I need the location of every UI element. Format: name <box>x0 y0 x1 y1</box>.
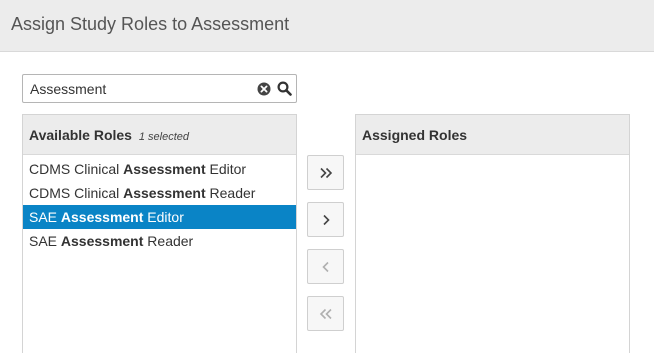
move-all-right-button[interactable] <box>307 155 344 190</box>
assigned-roles-panel: Assigned Roles <box>355 114 630 353</box>
assigned-roles-list <box>356 155 629 157</box>
role-name-match: Assessment <box>123 161 206 177</box>
available-roles-panel: Available Roles 1 selected CDMS Clinical… <box>22 114 297 353</box>
role-name-prefix: SAE <box>29 233 61 249</box>
available-roles-title: Available Roles <box>29 127 132 143</box>
role-name-suffix: Reader <box>205 185 256 201</box>
available-roles-list: CDMS Clinical Assessment Editor CDMS Clin… <box>23 155 296 253</box>
dialog-header: Assign Study Roles to Assessment <box>0 0 654 52</box>
role-list-item[interactable]: CDMS Clinical Assessment Reader <box>23 181 296 205</box>
role-name-match: Assessment <box>60 233 144 249</box>
clear-search-icon[interactable] <box>257 82 271 96</box>
role-name-suffix: Reader <box>143 233 194 249</box>
search-icon[interactable] <box>277 81 292 96</box>
move-right-button[interactable] <box>307 202 344 237</box>
assigned-roles-title: Assigned Roles <box>362 127 468 143</box>
role-list-item[interactable]: SAE Assessment Reader <box>23 229 296 253</box>
search-box <box>22 74 297 103</box>
role-name-match: Assessment <box>60 209 144 225</box>
move-all-left-button[interactable] <box>307 296 344 331</box>
role-list-item[interactable]: CDMS Clinical Assessment Editor <box>23 157 296 181</box>
search-input[interactable] <box>23 75 248 102</box>
role-list-item[interactable]: SAE Assessment Editor <box>23 205 296 229</box>
dialog-title: Assign Study Roles to Assessment <box>11 14 290 34</box>
role-name-prefix: CDMS Clinical <box>29 161 124 177</box>
role-name-match: Assessment <box>123 185 206 201</box>
move-left-button[interactable] <box>307 249 344 284</box>
role-name-prefix: CDMS Clinical <box>29 185 124 201</box>
role-name-suffix: Editor <box>205 161 247 177</box>
available-roles-header: Available Roles 1 selected <box>23 115 296 155</box>
assigned-roles-header: Assigned Roles <box>356 115 629 155</box>
role-name-suffix: Editor <box>143 209 184 225</box>
role-name-prefix: SAE <box>29 209 61 225</box>
selected-count: 1 selected <box>138 131 190 143</box>
